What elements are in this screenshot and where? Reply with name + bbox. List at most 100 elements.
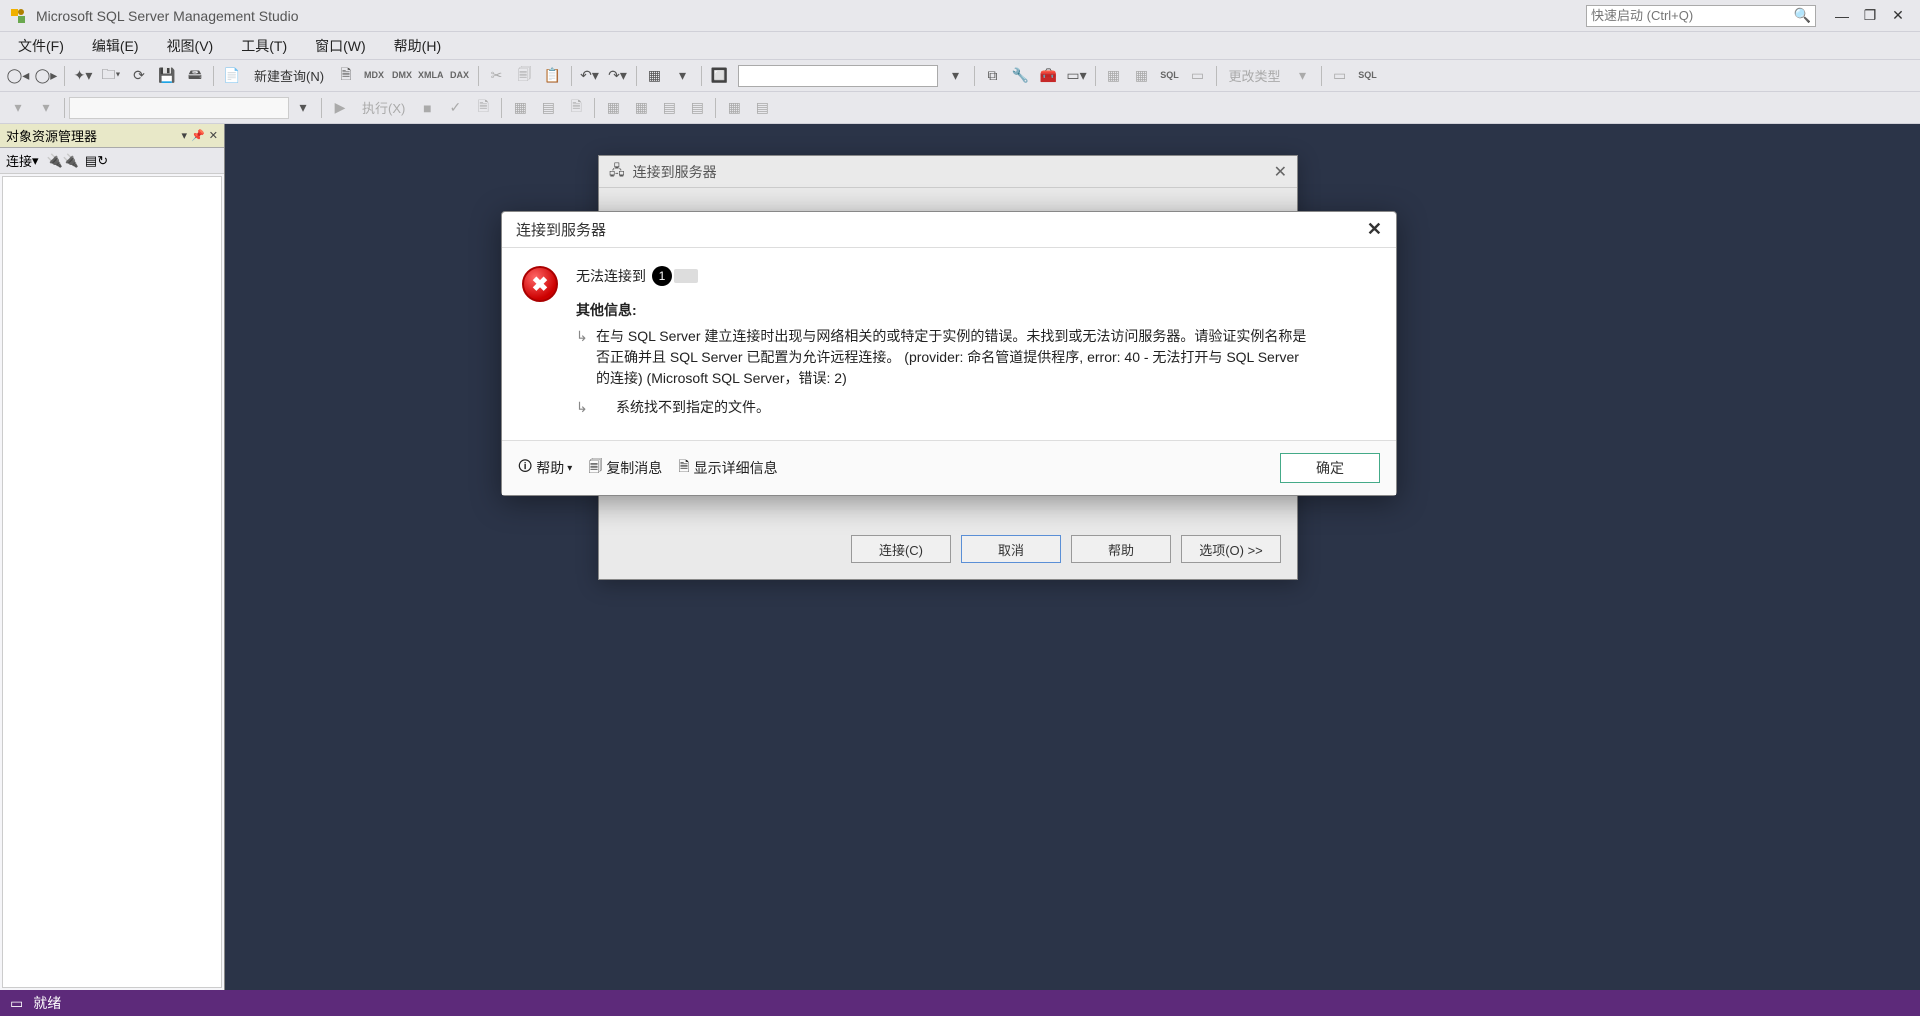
close-icon[interactable]: ✕ <box>209 129 218 142</box>
search-icon: 🔍 <box>1794 7 1811 24</box>
uncomment-icon: ▦ <box>629 96 653 120</box>
refresh-icon[interactable]: ↻ <box>97 153 108 169</box>
file-icon: 🗎 <box>564 96 588 120</box>
copy-message-link[interactable]: 🗐 复制消息 <box>588 456 662 480</box>
menu-window[interactable]: 窗口(W) <box>301 32 380 60</box>
dropdown-button[interactable]: ▾ <box>291 96 315 120</box>
plug-icon[interactable]: 🔌 <box>47 153 63 169</box>
sql2-button: SQL <box>1356 64 1380 88</box>
new-item-button[interactable]: ✦▾ <box>71 64 95 88</box>
details-link-label: 显示详细信息 <box>694 458 778 478</box>
mdx-button[interactable]: MDX <box>362 64 386 88</box>
close-icon[interactable]: ✕ <box>1367 219 1382 240</box>
undo-button[interactable]: ↶▾ <box>578 64 602 88</box>
show-details-link[interactable]: 🗎 显示详细信息 <box>678 456 777 480</box>
close-button[interactable]: ✕ <box>1884 7 1912 24</box>
options-button[interactable]: 选项(O) >> <box>1181 535 1281 563</box>
cut-button[interactable]: ✂ <box>485 64 509 88</box>
forward-button[interactable]: ◯▸ <box>34 64 58 88</box>
xmla-button[interactable]: XMLA <box>418 64 444 88</box>
filter-icon[interactable]: ▤ <box>85 153 97 169</box>
quicklaunch[interactable]: 🔍 <box>1586 5 1816 27</box>
help-button[interactable]: 帮助 <box>1071 535 1171 563</box>
error-message-line1: 无法连接到 1 <box>576 266 1376 286</box>
back-button[interactable]: ◯◂ <box>6 64 30 88</box>
wrench-icon[interactable]: 🔧 <box>1009 64 1033 88</box>
minimize-button[interactable]: — <box>1828 8 1856 24</box>
stop-icon: ■ <box>415 96 439 120</box>
pin-icon[interactable]: 📌 <box>191 129 205 142</box>
connect-dialog-buttons: 连接(C) 取消 帮助 选项(O) >> <box>851 535 1281 563</box>
menu-view[interactable]: 视图(V) <box>153 32 228 60</box>
debug-button: ▾ <box>6 96 30 120</box>
toolbox-icon[interactable]: 🧰 <box>1037 64 1061 88</box>
paste-button[interactable]: 📋 <box>541 64 565 88</box>
menu-help[interactable]: 帮助(H) <box>380 32 455 60</box>
plug-disabled-icon: 🔌 <box>63 153 79 169</box>
app-icon <box>8 6 28 26</box>
find-button[interactable]: 🔲 <box>708 64 732 88</box>
new-file-icon[interactable]: 🗎 <box>334 64 358 88</box>
plan-icon: 🗎 <box>471 96 495 120</box>
dax-button[interactable]: DAX <box>448 64 472 88</box>
dropdown-icon[interactable]: ▾ <box>32 153 39 169</box>
status-text: 就绪 <box>33 993 61 1013</box>
save-all-button[interactable]: 🖴 <box>183 64 207 88</box>
error-dialog: 连接到服务器 ✕ ✖ 无法连接到 1 其他信息: 在与 SQL Server 建… <box>501 211 1397 496</box>
new-query-button[interactable]: 新建查询(N) <box>248 64 330 88</box>
execute-button: 执行(X) <box>356 96 411 120</box>
help-icon: 🛈 <box>518 456 532 480</box>
filter-button: ▭ <box>1328 64 1352 88</box>
error-body: ✖ 无法连接到 1 其他信息: 在与 SQL Server 建立连接时出现与网络… <box>502 248 1396 440</box>
error-icon: ✖ <box>522 266 562 426</box>
connect-button[interactable]: 连接(C) <box>851 535 951 563</box>
extra-info-label: 其他信息: <box>576 300 1376 320</box>
script-icon[interactable]: 📄 <box>220 64 244 88</box>
ok-button[interactable]: 确定 <box>1280 453 1380 483</box>
menu-tools[interactable]: 工具(T) <box>227 32 301 60</box>
dropdown-button[interactable]: ▾ <box>944 64 968 88</box>
dropdown-icon[interactable]: ▾ <box>182 129 188 142</box>
play-icon: ▶ <box>328 96 352 120</box>
error-badge: 1 <box>652 266 672 286</box>
toolbar-query: ▾ ▾ ▾ ▶ 执行(X) ■ ✓ 🗎 ▦ ▤ 🗎 ▦ ▦ ▤ ▤ ▦ ▤ <box>0 92 1920 124</box>
dropdown-button[interactable]: ▾ <box>671 64 695 88</box>
dropdown-button: ▾ <box>1291 64 1315 88</box>
explorer-header: 对象资源管理器 ▾ 📌 ✕ <box>0 124 224 148</box>
search-box[interactable] <box>738 65 938 87</box>
help-link[interactable]: 🛈 帮助 ▾ <box>518 456 572 480</box>
toolbar-separator <box>64 66 65 86</box>
copy-icon: 🗐 <box>588 456 602 480</box>
connect-label[interactable]: 连接 <box>6 151 32 170</box>
app-title: Microsoft SQL Server Management Studio <box>36 8 1586 24</box>
menu-edit[interactable]: 编辑(E) <box>78 32 153 60</box>
explorer-toolbar: 连接 ▾ 🔌 🔌 ▤ ↻ <box>0 148 224 174</box>
connect-dialog-title: 🖧 连接到服务器 ✕ <box>599 156 1297 188</box>
error-dialog-title: 连接到服务器 ✕ <box>502 212 1396 248</box>
error-text: 无法连接到 1 其他信息: 在与 SQL Server 建立连接时出现与网络相关… <box>562 266 1376 426</box>
menubar: 文件(F) 编辑(E) 视图(V) 工具(T) 窗口(W) 帮助(H) <box>0 32 1920 60</box>
copy-link-label: 复制消息 <box>606 458 662 478</box>
redo-button[interactable]: ↷▾ <box>606 64 630 88</box>
dmx-button[interactable]: DMX <box>390 64 414 88</box>
toolbar-separator <box>1216 66 1217 86</box>
chart-button[interactable]: ▦ <box>643 64 667 88</box>
menu-file[interactable]: 文件(F) <box>4 32 78 60</box>
maximize-button[interactable]: ❐ <box>1856 7 1884 24</box>
toolbar-separator <box>1095 66 1096 86</box>
vs-icon[interactable]: ⧉ <box>981 64 1005 88</box>
database-selector[interactable] <box>69 97 289 119</box>
cancel-button[interactable]: 取消 <box>961 535 1061 563</box>
misc-icon: ▤ <box>750 96 774 120</box>
terminal-icon[interactable]: ▭▾ <box>1065 64 1089 88</box>
quicklaunch-input[interactable] <box>1591 8 1794 23</box>
refresh-button[interactable]: ⟳ <box>127 64 151 88</box>
result-button: ▭ <box>1186 64 1210 88</box>
explorer-tree[interactable] <box>2 176 222 988</box>
close-icon[interactable]: ✕ <box>1274 162 1287 182</box>
save-button[interactable]: 💾 <box>155 64 179 88</box>
copy-button[interactable]: 🗐 <box>513 64 537 88</box>
text-icon: ▤ <box>536 96 560 120</box>
toolbar-separator <box>571 66 572 86</box>
open-button[interactable]: 🗀▾ <box>99 64 123 88</box>
